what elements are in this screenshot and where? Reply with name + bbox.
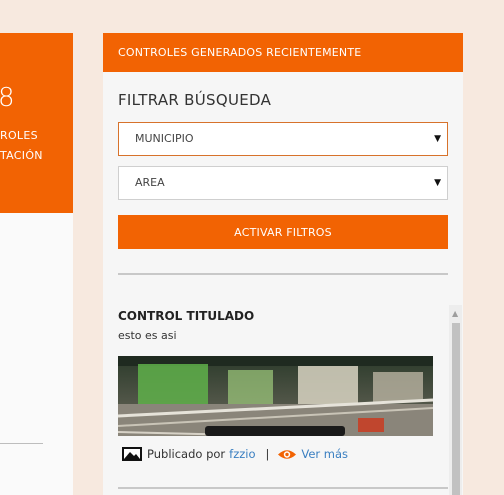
post-excerpt: esto es asi xyxy=(118,329,177,342)
post-title[interactable]: CONTROL TITULADO xyxy=(118,309,254,323)
area-select[interactable]: AREA ▼ xyxy=(118,166,448,200)
image-icon xyxy=(122,447,142,461)
municipio-select-value: MUNICIPIO xyxy=(135,132,194,145)
post-thumbnail-image xyxy=(118,356,433,436)
post-divider xyxy=(118,487,448,489)
stats-label-line2: TACIÓN xyxy=(0,149,43,162)
author-link[interactable]: fzzio xyxy=(229,447,255,461)
stats-number: 8 xyxy=(0,83,15,113)
caret-down-icon: ▼ xyxy=(434,134,441,144)
see-more-link[interactable]: Ver más xyxy=(301,447,348,461)
recent-controls-panel: CONTROLES GENERADOS RECIENTEMENTE FILTRA… xyxy=(103,33,463,495)
scroll-up-icon[interactable]: ▲ xyxy=(452,309,458,318)
panel-header: CONTROLES GENERADOS RECIENTEMENTE xyxy=(103,33,463,72)
scrollbar[interactable]: ▲ xyxy=(449,305,462,495)
eye-icon xyxy=(278,449,297,459)
left-divider xyxy=(0,443,43,444)
scrollbar-thumb[interactable] xyxy=(452,323,460,495)
meta-separator: | xyxy=(265,447,270,461)
left-panel: 8 ROLES TACIÓN xyxy=(0,33,73,495)
published-by-label: Publicado por xyxy=(147,447,226,461)
stats-card: 8 ROLES TACIÓN xyxy=(0,33,73,213)
municipio-select[interactable]: MUNICIPIO ▼ xyxy=(118,122,448,156)
post-thumbnail[interactable] xyxy=(118,356,433,436)
area-select-value: AREA xyxy=(135,176,165,189)
caret-down-icon: ▼ xyxy=(434,178,441,188)
stats-label-line1: ROLES xyxy=(0,129,38,142)
section-divider xyxy=(118,273,448,275)
activate-filters-button[interactable]: ACTIVAR FILTROS xyxy=(118,215,448,249)
filter-title: FILTRAR BÚSQUEDA xyxy=(118,91,272,109)
post-meta: Publicado por fzzio | Ver más xyxy=(122,447,348,461)
